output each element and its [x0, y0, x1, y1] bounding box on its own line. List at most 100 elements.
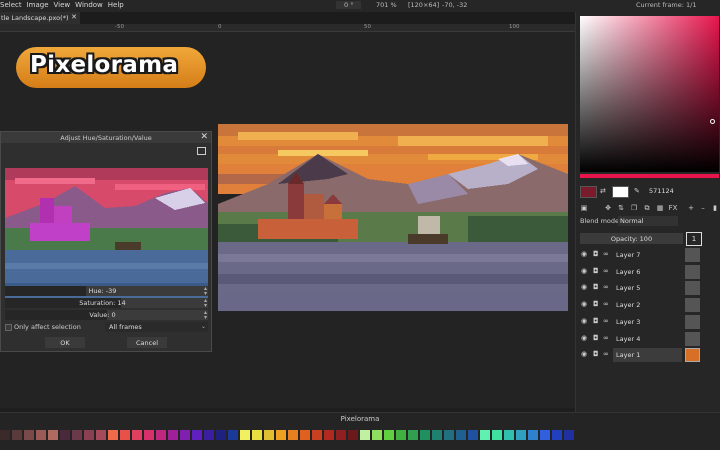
palette-swatch[interactable] [408, 430, 418, 440]
fx-icon[interactable]: FX [668, 204, 678, 214]
palette-swatch[interactable] [216, 430, 226, 440]
palette-swatch[interactable] [84, 430, 94, 440]
secondary-color-swatch[interactable] [612, 186, 629, 198]
palette-swatch[interactable] [528, 430, 538, 440]
palette-swatch[interactable] [516, 430, 526, 440]
close-icon[interactable]: ✕ [200, 132, 208, 142]
eye-icon[interactable]: ◉ [581, 317, 587, 325]
palette-swatch[interactable] [312, 430, 322, 440]
layer-cel[interactable] [685, 348, 700, 363]
palette-swatch[interactable] [168, 430, 178, 440]
layer-cel[interactable] [685, 248, 700, 262]
link-icon[interactable]: ∞ [603, 334, 609, 342]
lock-icon[interactable]: ◘ [593, 350, 599, 358]
layer-row[interactable]: ◉ ◘ ∞ Layer 1 [578, 347, 719, 363]
layer-row[interactable]: ◉ ◘ ∞ Layer 6 [578, 264, 719, 280]
primary-color-swatch[interactable] [580, 186, 597, 198]
add-frame-icon[interactable]: + [686, 204, 696, 214]
palette-swatch[interactable] [444, 430, 454, 440]
move-icon[interactable]: ✥ [603, 204, 613, 214]
palette-swatch[interactable] [240, 430, 250, 440]
palette-swatch[interactable] [372, 430, 382, 440]
eye-icon[interactable]: ◉ [581, 250, 587, 258]
palette-swatch[interactable] [48, 430, 58, 440]
lock-icon[interactable]: ◘ [593, 300, 599, 308]
only-affect-selection-checkbox[interactable] [5, 324, 12, 331]
palette-swatch[interactable] [264, 430, 274, 440]
palette-swatch[interactable] [24, 430, 34, 440]
remove-frame-icon[interactable]: – [698, 204, 708, 214]
color-picker-field[interactable] [580, 16, 719, 172]
duplicate-icon[interactable]: ❐ [629, 204, 639, 214]
eye-icon[interactable]: ◉ [581, 300, 587, 308]
palette-swatch[interactable] [360, 430, 370, 440]
palette-swatch[interactable] [324, 430, 334, 440]
palette-swatch[interactable] [60, 430, 70, 440]
palette-swatch[interactable] [540, 430, 550, 440]
palette-swatch[interactable] [0, 430, 10, 440]
hue-strip[interactable] [580, 174, 719, 178]
layer-row[interactable]: ◉ ◘ ∞ Layer 4 [578, 331, 719, 347]
palette-swatch[interactable] [384, 430, 394, 440]
layer-cel[interactable] [685, 298, 700, 313]
palette-swatch[interactable] [432, 430, 442, 440]
palette-swatch[interactable] [228, 430, 238, 440]
menu-select[interactable]: Select [0, 1, 22, 9]
palette-swatch[interactable] [36, 430, 46, 440]
adjust-hsv-dialog[interactable]: Adjust Hue/Saturation/Value ✕ Hue: -39 ▴… [0, 131, 212, 352]
palette-swatch[interactable] [336, 430, 346, 440]
close-icon[interactable]: ✕ [71, 13, 77, 21]
palette-swatch[interactable] [300, 430, 310, 440]
palette-swatch[interactable] [288, 430, 298, 440]
menu-help[interactable]: Help [108, 1, 124, 9]
lock-icon[interactable]: ▮ [710, 204, 720, 214]
palette-swatch[interactable] [180, 430, 190, 440]
swap-colors-icon[interactable]: ⇄ [600, 187, 606, 195]
link-icon[interactable]: ∞ [603, 250, 609, 258]
eye-icon[interactable]: ◉ [581, 267, 587, 275]
delete-icon[interactable]: ▦ [655, 204, 665, 214]
layer-cel[interactable] [685, 281, 700, 296]
layer-row[interactable]: ◉ ◘ ∞ Layer 2 [578, 297, 719, 313]
spinner-icon[interactable]: ▴ ▾ [204, 298, 207, 309]
palette-swatch[interactable] [12, 430, 22, 440]
layer-row[interactable]: ◉ ◘ ∞ Layer 7 [578, 247, 719, 263]
layer-row[interactable]: ◉ ◘ ∞ Layer 3 [578, 314, 719, 330]
menu-window[interactable]: Window [75, 1, 103, 9]
link-icon[interactable]: ∞ [603, 317, 609, 325]
scope-dropdown[interactable]: All frames ⌄ [105, 322, 208, 332]
hue-slider[interactable]: Hue: -39 ▴ ▾ [5, 286, 208, 297]
value-slider[interactable]: Value: 0 ▴ ▾ [5, 310, 208, 321]
palette-swatch[interactable] [552, 430, 562, 440]
palette-swatch[interactable] [192, 430, 202, 440]
palette-swatch[interactable] [108, 430, 118, 440]
layer-row[interactable]: ◉ ◘ ∞ Layer 5 [578, 280, 719, 296]
menu-image[interactable]: Image [27, 1, 49, 9]
eye-icon[interactable]: ◉ [581, 283, 587, 291]
link-icon[interactable]: ∞ [603, 267, 609, 275]
palette-swatch[interactable] [252, 430, 262, 440]
spinner-icon[interactable]: ▴ ▾ [204, 286, 207, 297]
link-icon[interactable]: ∞ [603, 300, 609, 308]
layer-tool-icon[interactable]: ▣ [579, 204, 589, 214]
palette-swatch[interactable] [468, 430, 478, 440]
link-icon[interactable]: ∞ [603, 350, 609, 358]
menu-view[interactable]: View [54, 1, 71, 9]
lock-icon[interactable]: ◘ [593, 267, 599, 275]
palette-swatch[interactable] [96, 430, 106, 440]
palette-swatch[interactable] [456, 430, 466, 440]
palette-swatch[interactable] [420, 430, 430, 440]
lock-icon[interactable]: ◘ [593, 317, 599, 325]
tab-landscape[interactable]: tle Landscape.pxo(*) ✕ [0, 12, 80, 24]
palette-swatch[interactable] [492, 430, 502, 440]
eyedropper-icon[interactable]: ✎ [634, 187, 640, 195]
palette-swatch[interactable] [120, 430, 130, 440]
opacity-slider[interactable]: Opacity: 100 [580, 233, 683, 244]
film-icon[interactable] [197, 147, 206, 155]
lock-icon[interactable]: ◘ [593, 334, 599, 342]
layer-cel[interactable] [685, 264, 700, 279]
palette-swatch[interactable] [480, 430, 490, 440]
saturation-slider[interactable]: Saturation: 14 ▴ ▾ [5, 298, 208, 309]
layer-cel[interactable] [685, 331, 700, 346]
picker-cursor[interactable] [710, 119, 715, 124]
